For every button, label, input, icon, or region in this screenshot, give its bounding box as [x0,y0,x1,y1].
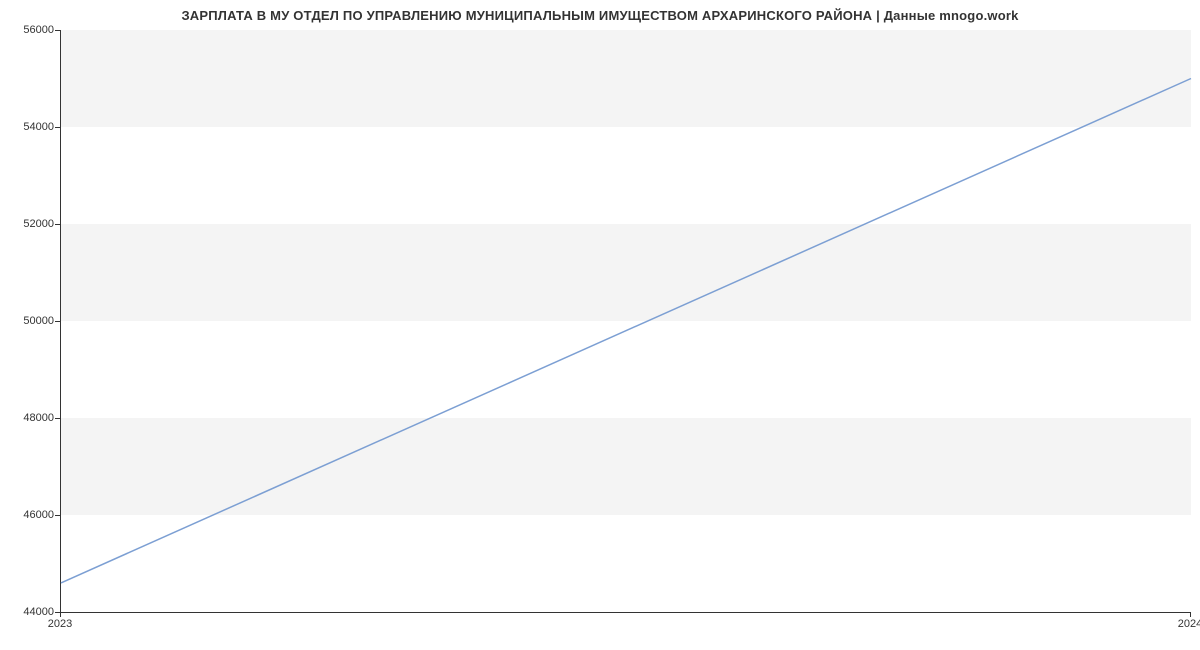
plot-area [60,30,1191,613]
chart-title: ЗАРПЛАТА В МУ ОТДЕЛ ПО УПРАВЛЕНИЮ МУНИЦИ… [0,8,1200,23]
x-tick-label: 2024 [1178,618,1200,630]
x-tick-label: 2023 [48,618,72,630]
series-line [61,79,1191,583]
y-tick-label: 50000 [4,315,54,327]
line-layer [61,30,1191,612]
y-tick-label: 44000 [4,606,54,618]
y-tick-label: 54000 [4,121,54,133]
y-tick-label: 48000 [4,412,54,424]
y-tick-label: 56000 [4,24,54,36]
chart-container: ЗАРПЛАТА В МУ ОТДЕЛ ПО УПРАВЛЕНИЮ МУНИЦИ… [0,0,1200,650]
y-tick-label: 46000 [4,509,54,521]
y-tick-label: 52000 [4,218,54,230]
